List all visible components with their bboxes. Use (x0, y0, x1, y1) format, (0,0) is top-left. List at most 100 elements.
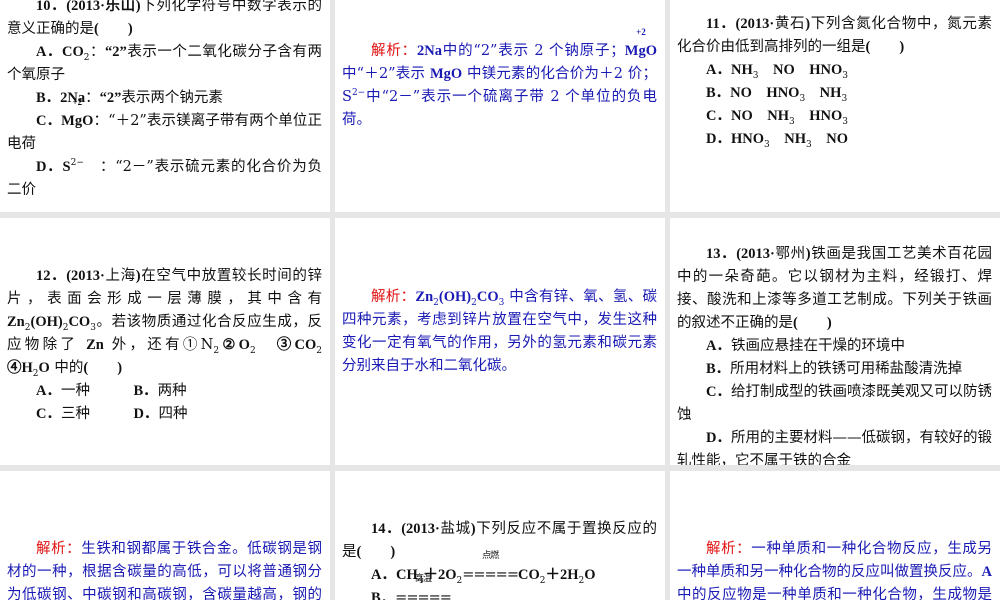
paragraph: D．S2− ：“2－”表示硫元素的化合价为负二价 (7, 156, 322, 202)
text-segment: D．S (36, 159, 71, 175)
text-segment: 铁画应悬挂在干燥的环境中 (730, 338, 905, 354)
question-stem: 12．(2013·上海)在空气中放置较长时间的锌片，表面会形成一层薄膜，其中含有… (7, 265, 322, 380)
text-segment: 一种 (60, 383, 134, 399)
slide-a13: 解析：生铁和钢都属于铁合金。低碳钢是钢材的一种，根据含碳量的高低，可以将普通钢分… (0, 471, 330, 600)
text-segment: (OH) (438, 289, 472, 305)
content: 解析：一种单质和一种化合物反应，生成另一种单质和另一种化合物的反应叫做置换反应。… (677, 538, 992, 600)
content: 10．(2013·乐山)下列化学符号中数字表示的意义正确的是( ) A．CO2：“… (7, 0, 322, 202)
slide-q11: 11．(2013·黄石)下列含氮化合物中，氮元素化合价由低到高排列的一组是( )… (670, 0, 1000, 212)
text-segment: 13．(2013· (706, 246, 775, 262)
content: 14．(2013·盐城)下列反应不属于置换反应的是( ) A．CH4＋2O2 点燃 =… (342, 518, 657, 600)
text-segment: O (38, 360, 50, 376)
text-segment: A．CO (36, 44, 84, 60)
content: 12．(2013·上海)在空气中放置较长时间的锌片，表面会形成一层薄膜，其中含有… (7, 265, 322, 426)
text-segment: 外，还有①N (103, 337, 214, 353)
text-segment: 11．(2013· (706, 16, 775, 32)
paragraph: B． 高温 ===== (342, 574, 657, 600)
text-segment: ( ) (94, 21, 133, 37)
text-segment: ( ) (793, 315, 832, 331)
text-segment: ②O (219, 337, 250, 353)
formula-text: MgO (61, 113, 94, 129)
text-segment: HNO (794, 108, 843, 124)
slide-q14: 14．(2013·盐城)下列反应不属于置换反应的是( ) A．CH4＋2O2 点燃 =… (335, 471, 665, 600)
text-segment: C．NO NH (706, 108, 789, 124)
text-segment: Zn (86, 337, 104, 353)
slide-a12: 解析：Zn2(OH)2CO3 中含有锌、氧、氢、碳四种元素，考虑到锌片放置在空气… (335, 218, 665, 465)
overscript: +2 (636, 27, 646, 37)
question-stem: 14．(2013·盐城)下列反应不属于置换反应的是( ) (342, 518, 657, 564)
text-segment: A． (36, 383, 61, 399)
paragraph: B．所用材料上的铁锈可用稀盐酸清洗掉 (677, 358, 992, 381)
analysis-label: 解析： (371, 289, 416, 305)
question-stem: 解析：生铁和钢都属于铁合金。低碳钢是钢材的一种，根据含碳量的高低，可以将普通钢分… (7, 538, 322, 600)
text-segment: A (981, 564, 992, 580)
text-segment: “2” (99, 90, 122, 106)
text-segment: A．NH (706, 62, 753, 78)
text-segment: Zn (7, 314, 25, 330)
text-segment: CO (68, 314, 91, 330)
analysis-label: 解析： (706, 541, 752, 557)
slide-a10: 解析：2Na中的“2”表示 2 个钠原子； +2 MgO中“＋2”表示 MgO 中镁… (335, 0, 665, 212)
analysis-label: 解析： (36, 541, 82, 557)
text-segment: NO HNO (758, 62, 843, 78)
text-segment: 两种 (157, 383, 187, 399)
text-segment: 14．(2013· (371, 521, 440, 537)
overscript: 高温 (415, 574, 432, 584)
text-segment: D． (133, 406, 159, 422)
text-segment: CO (517, 567, 540, 583)
formula-text: ===== (462, 567, 519, 583)
formula-text: ===== (395, 590, 452, 600)
text-segment: C． (36, 113, 62, 129)
question-stem: 11．(2013·黄石)下列含氮化合物中，氮元素化合价由低到高排列的一组是( ) (677, 13, 992, 59)
text-segment: 鄂州 (774, 246, 806, 262)
text-segment: (OH) (30, 314, 63, 330)
slide-a14: 解析：一种单质和一种化合物反应，生成另一种单质和另一种化合物的反应叫做置换反应。… (670, 471, 1000, 600)
paragraph: B．NO HNO3 NH3 (677, 82, 992, 105)
text-segment: 2Na (416, 43, 442, 59)
text-segment: B．NO HNO (706, 85, 800, 101)
slide-q10: 10．(2013·乐山)下列化学符号中数字表示的意义正确的是( ) A．CO2：“… (0, 0, 330, 212)
content: 13．(2013·鄂州)铁画是我国工艺美术百花园中的一朵奇葩。它以钢材为主料，经… (677, 243, 992, 465)
text-segment: 上海 (104, 268, 136, 284)
question-stem: 解析：2Na中的“2”表示 2 个钠原子； +2 MgO中“＋2”表示 MgO 中镁… (342, 27, 658, 132)
text-segment: CO (476, 289, 499, 305)
text-segment: 3 (842, 116, 848, 127)
text-segment: NO (811, 131, 848, 147)
paragraph: C．NO NH3 HNO3 (677, 105, 992, 128)
text-segment: B． (706, 361, 731, 377)
text-segment: ： (89, 44, 106, 60)
paragraph: C．三种 D．四种 (7, 403, 322, 426)
overscript: +2 (72, 97, 83, 107)
paragraph: A．一种 B．两种 (7, 380, 322, 403)
text-segment: Zn (415, 289, 434, 305)
text-segment: 高温 ===== (395, 574, 452, 600)
text-segment: C． (706, 384, 731, 400)
text-segment: 10．(2013·乐山) (36, 0, 141, 14)
content: 解析：Zn2(OH)2CO3 中含有锌、氧、氢、碳四种元素，考虑到锌片放置在空气… (342, 286, 657, 378)
content: 解析：生铁和钢都属于铁合金。低碳钢是钢材的一种，根据含碳量的高低，可以将普通钢分… (7, 538, 322, 600)
paragraph: A．CO2：“2”表示一个二氧化碳分子含有两个氧原子 (7, 41, 322, 87)
text-segment: 3 (842, 70, 848, 81)
text-segment: 12．(2013· (36, 268, 105, 284)
text-segment: +2 MgO (624, 27, 658, 63)
text-segment: 三种 (60, 406, 134, 422)
paragraph: C． +2 MgO：“＋2”表示镁离子带有两个单位正电荷 (7, 97, 322, 156)
text-segment: 中的 (49, 360, 84, 376)
text-segment: A．CH (371, 567, 418, 583)
paragraph: D．所用的主要材料——低碳钢，有较好的锻轧性能，它不属于铁的合金 (677, 427, 992, 465)
text-segment: 中“＋2”表示 (342, 66, 430, 82)
text-segment: C． (36, 406, 61, 422)
paragraph: A．CH4＋2O2 点燃 =====CO2＋2H2O (342, 551, 657, 587)
text-segment: 3 (841, 93, 848, 104)
text-segment: 中“2－”表示一个硫离子带 2 个单位的负电荷。 (342, 89, 657, 128)
slide-q12: 12．(2013·上海)在空气中放置较长时间的锌片，表面会形成一层薄膜，其中含有… (0, 218, 330, 465)
question-stem: 10．(2013·乐山)下列化学符号中数字表示的意义正确的是( ) (7, 0, 322, 41)
paragraph: A．NH3 NO HNO3 (677, 59, 992, 82)
text-segment: 表示两个钠元素 (121, 90, 223, 106)
text-segment: 中的反应物是一种单质和一种化合物，生成物是两种化合物， (677, 587, 992, 600)
text-segment: ( ) (83, 360, 123, 376)
text-segment: ③CO (255, 337, 317, 353)
question-stem: 解析：一种单质和一种化合物反应，生成另一种单质和另一种化合物的反应叫做置换反应。… (677, 538, 992, 600)
paragraph: C．给打制成型的铁画喷漆既美观又可以防锈蚀 (677, 381, 992, 427)
formula-text: MgO (624, 43, 658, 59)
